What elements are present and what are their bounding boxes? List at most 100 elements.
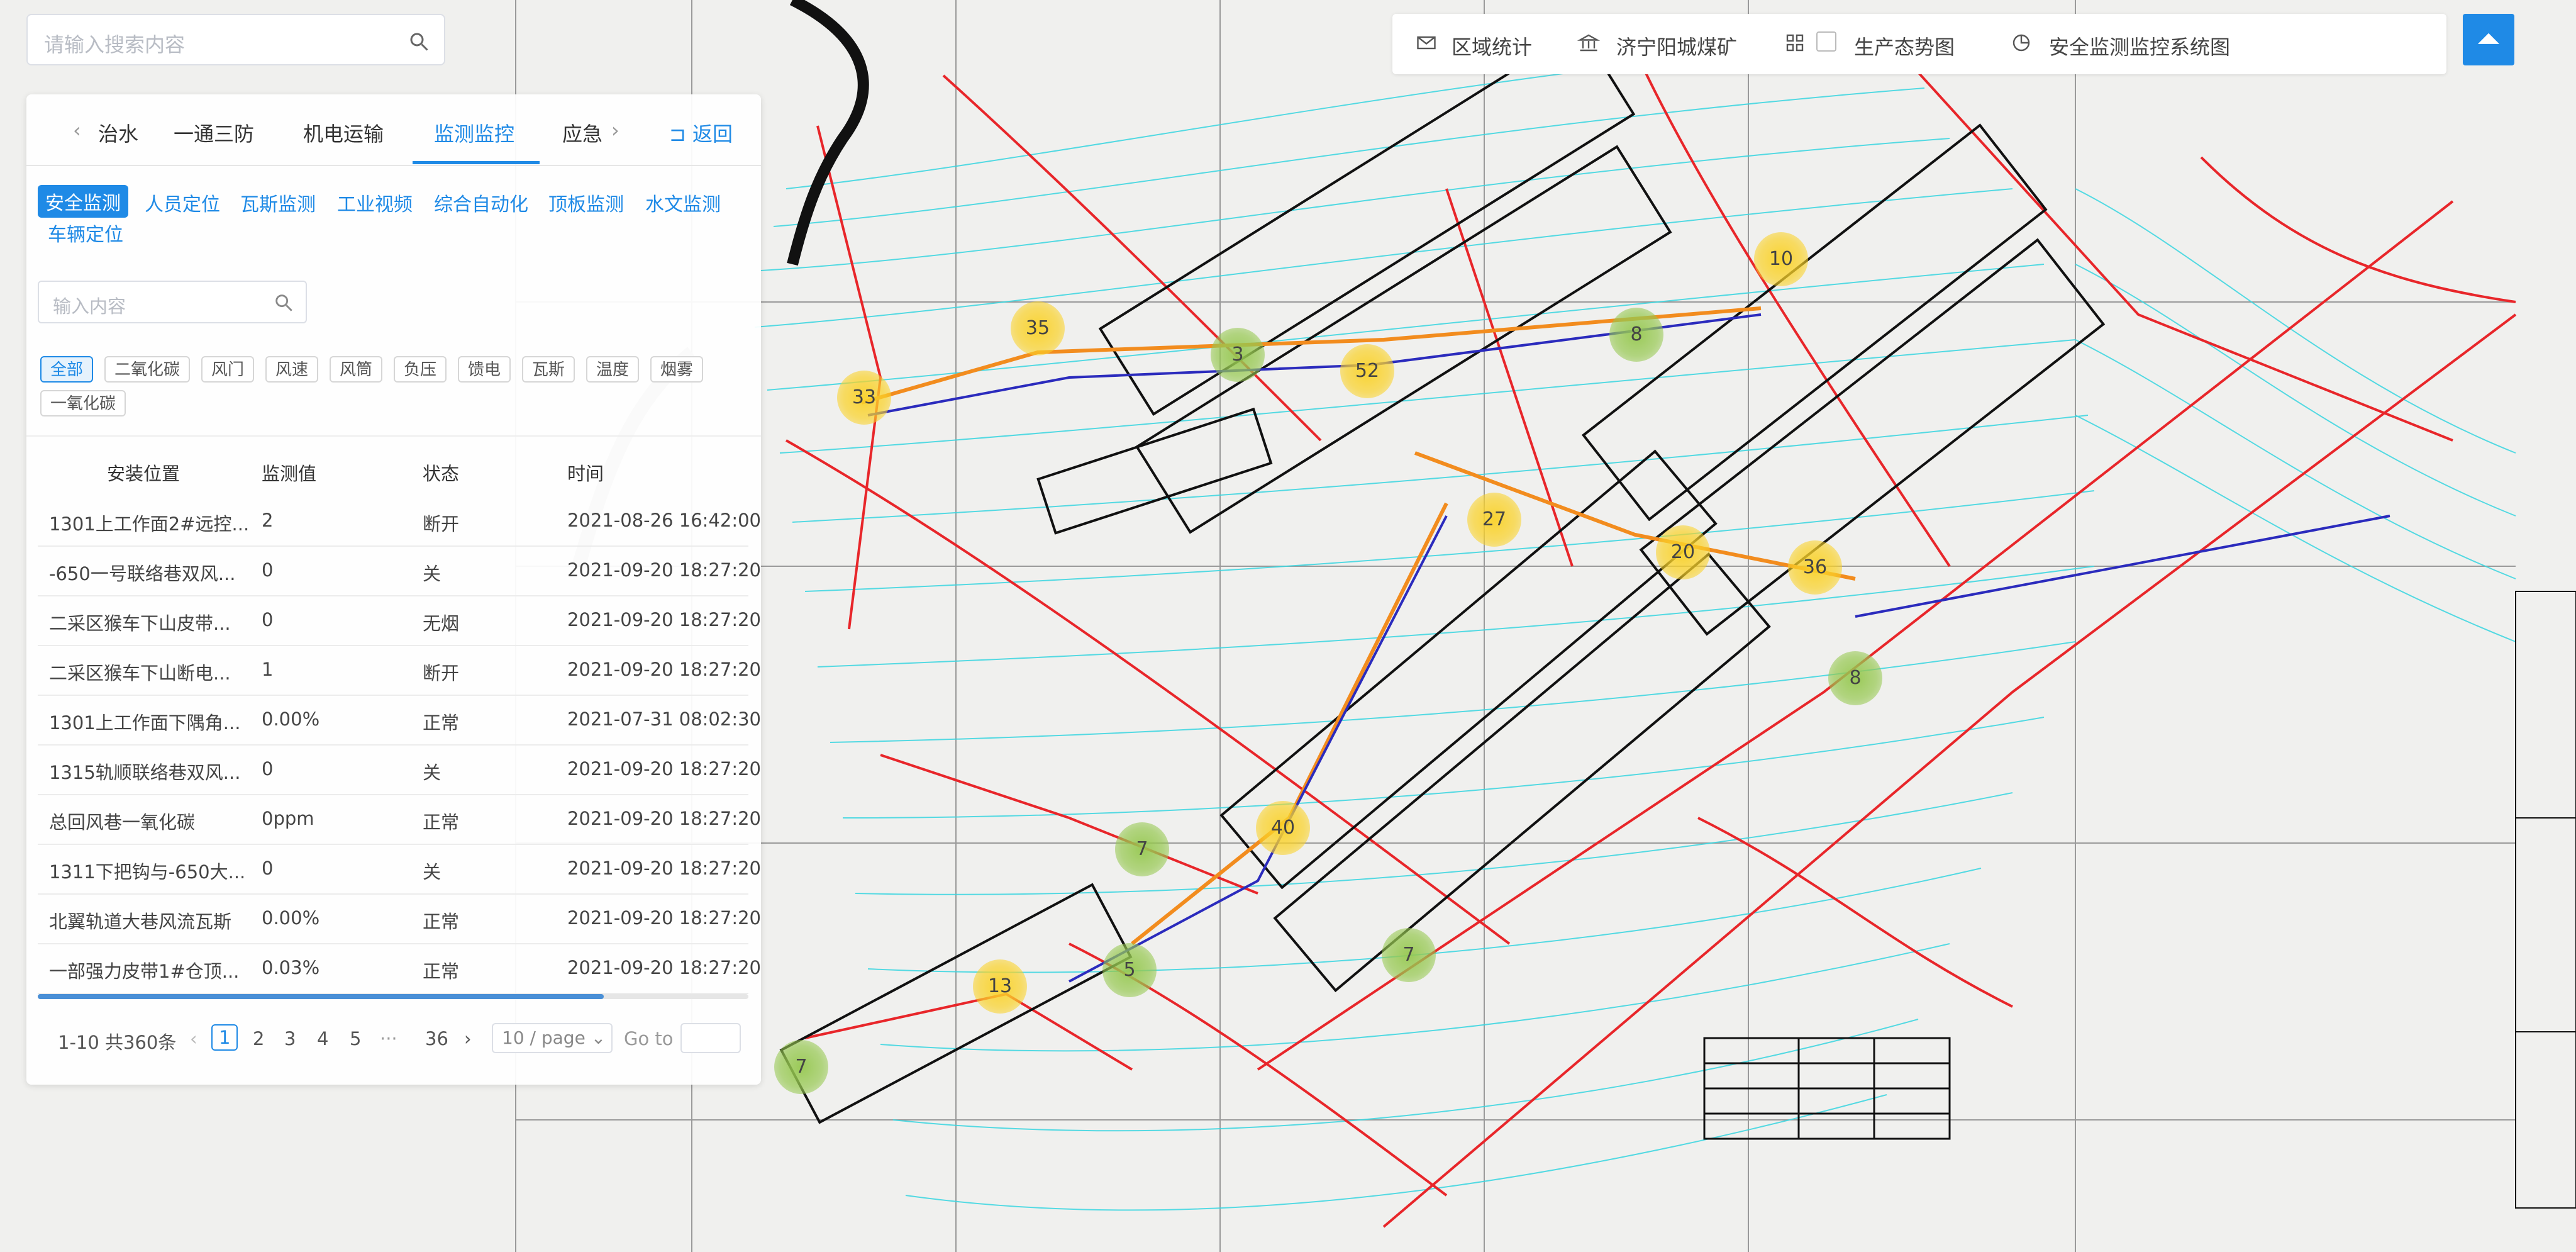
cell-location: 1315轨顺联络巷双风... [49,762,241,783]
chip-feed[interactable]: 馈电 [458,356,511,383]
page-last[interactable]: 36 [425,1028,448,1049]
goto-input[interactable] [680,1023,741,1053]
cluster-marker[interactable]: 52 [1340,344,1394,398]
search-icon[interactable] [408,30,430,53]
table-row[interactable]: 1301上工作面2#远控... 2 断开 2021-08-26 16:42:00 [38,496,761,547]
horizontal-scrollbar[interactable] [38,994,604,999]
chip-co[interactable]: 一氧化碳 [40,390,126,416]
tabs-prev-icon[interactable]: ‹ [73,118,81,142]
cell-time: 2021-07-31 08:02:30 [567,708,761,730]
page-3[interactable]: 3 [284,1028,296,1049]
cell-status: 关 [423,563,441,584]
cluster-marker[interactable]: 5 [1102,943,1157,997]
next-page-icon[interactable]: › [464,1028,472,1049]
collapse-button[interactable] [2463,14,2514,65]
page-4[interactable]: 4 [317,1028,328,1049]
cluster-marker[interactable]: 27 [1467,493,1521,547]
chip-wind-speed[interactable]: 风速 [265,356,319,383]
prev-page-icon[interactable]: ‹ [190,1028,197,1049]
chip-air-door[interactable]: 风门 [201,356,255,383]
table-row[interactable]: 总回风巷一氧化碳 0ppm 正常 2021-09-20 18:27:20 [38,794,761,845]
production-checkbox[interactable] [1816,31,1836,52]
chip-temperature[interactable]: 温度 [586,356,640,383]
table-row[interactable]: 1301上工作面下隅角... 0.00% 正常 2021-07-31 08:02:30 [38,695,761,746]
cluster-marker[interactable]: 35 [1011,301,1065,355]
subtab-roof-monitoring[interactable]: 顶板监测 [548,189,624,216]
subtab-vehicle-location[interactable]: 车辆定位 [48,219,123,247]
page-5[interactable]: 5 [350,1028,361,1049]
cluster-marker[interactable]: 8 [1828,651,1882,705]
production-view-label[interactable]: 生产态势图 [1854,31,1955,60]
cell-time: 2021-09-20 18:27:20 [567,858,761,879]
cluster-marker[interactable]: 7 [1115,822,1169,876]
subtab-personnel-location[interactable]: 人员定位 [145,189,220,216]
filter-input[interactable]: 输入内容 [38,281,307,323]
cluster-marker[interactable]: 7 [1382,928,1436,982]
cluster-marker[interactable]: 10 [1754,232,1808,286]
tab-ventilation[interactable]: 一通三防 [174,118,254,147]
mail-icon [1417,36,1436,50]
cell-status: 正常 [423,812,460,833]
chevron-down-icon: ⌄ [591,1027,606,1048]
page-size-select[interactable]: 10 / page ⌄ [492,1023,613,1053]
global-search-placeholder: 请输入搜索内容 [44,33,186,57]
cell-location: 一部强力皮带1#仓顶... [49,961,240,982]
cell-location: 1301上工作面下隅角... [49,712,241,734]
table-row[interactable]: 1315轨顺联络巷双风... 0 关 2021-09-20 18:27:20 [38,744,761,795]
tab-electromechanical[interactable]: 机电运输 [303,118,384,147]
subtab-automation[interactable]: 综合自动化 [434,189,528,216]
table-row[interactable]: 1311下把钩与-650大... 0 关 2021-09-20 18:27:20 [38,844,761,895]
cell-value: 0.03% [262,957,320,978]
cell-time: 2021-09-20 18:27:20 [567,609,761,630]
page-1[interactable]: 1 [211,1024,238,1051]
chip-gas[interactable]: 瓦斯 [522,356,575,383]
chip-all[interactable]: 全部 [40,356,94,383]
subtab-safety-monitoring[interactable]: 安全监测 [38,185,128,218]
tab-water[interactable]: 治水 [98,118,138,147]
table-row[interactable]: 二采区猴车下山皮带... 0 无烟 2021-09-20 18:27:20 [38,595,761,646]
col-status: 状态 [423,463,460,484]
cell-value: 0 [262,758,274,780]
search-icon[interactable] [273,292,294,313]
cluster-marker[interactable]: 7 [774,1040,828,1094]
tab-emergency[interactable]: 应急 [562,118,602,147]
tabs-next-icon[interactable]: › [611,118,619,142]
cell-location: 二采区猴车下山断电... [49,662,231,684]
global-search[interactable]: 请输入搜索内容 [26,14,445,65]
table-row[interactable]: 一部强力皮带1#仓顶... 0.03% 正常 2021-09-20 18:27:20 [38,943,761,994]
region-stats-button[interactable]: 区域统计 [1452,31,1532,60]
subtab-hydrology[interactable]: 水文监测 [645,189,721,216]
cluster-marker[interactable]: 20 [1656,525,1710,579]
cell-status: 关 [423,762,441,783]
safety-monitoring-map-button[interactable]: 安全监测监控系统图 [2049,31,2230,60]
cell-time: 2021-09-20 18:27:20 [567,758,761,780]
chip-negative-pressure[interactable]: 负压 [394,356,447,383]
grid-icon [1786,34,1804,52]
table-row[interactable]: 二采区猴车下山断电... 1 断开 2021-09-20 18:27:20 [38,645,761,696]
cluster-marker[interactable]: 40 [1256,801,1310,855]
cluster-marker[interactable]: 33 [837,371,891,425]
cell-status: 正常 [423,712,460,734]
col-value: 监测值 [262,463,317,484]
subtab-gas-monitoring[interactable]: 瓦斯监测 [240,189,316,216]
table-row[interactable]: 北翼轨道大巷风流瓦斯 0.00% 正常 2021-09-20 18:27:20 [38,893,761,944]
cell-time: 2021-08-26 16:42:00 [567,510,761,531]
cluster-marker[interactable]: 13 [973,959,1027,1014]
cluster-marker[interactable]: 3 [1211,328,1265,382]
page-2[interactable]: 2 [253,1028,264,1049]
cell-time: 2021-09-20 18:27:20 [567,907,761,929]
cluster-marker[interactable]: 8 [1609,308,1663,362]
table-row[interactable]: -650一号联络巷双风... 0 关 2021-09-20 18:27:20 [38,545,761,596]
back-button[interactable]: ⊐ 返回 [669,118,733,147]
page-ellipsis[interactable]: ··· [380,1028,397,1049]
mine-select[interactable]: 济宁阳城煤矿 [1616,31,1737,60]
chip-smoke[interactable]: 烟雾 [650,356,704,383]
top-toolbar: 区域统计 济宁阳城煤矿 生产态势图 安全监测监控系统图 [1392,14,2446,74]
chip-co2[interactable]: 二氧化碳 [104,356,191,383]
subtab-industrial-video[interactable]: 工业视频 [337,189,413,216]
cluster-marker[interactable]: 36 [1788,540,1842,595]
cell-value: 0 [262,858,274,879]
cell-status: 正常 [423,961,460,982]
tab-monitoring[interactable]: 监测监控 [434,118,514,147]
chip-air-duct[interactable]: 风筒 [330,356,383,383]
